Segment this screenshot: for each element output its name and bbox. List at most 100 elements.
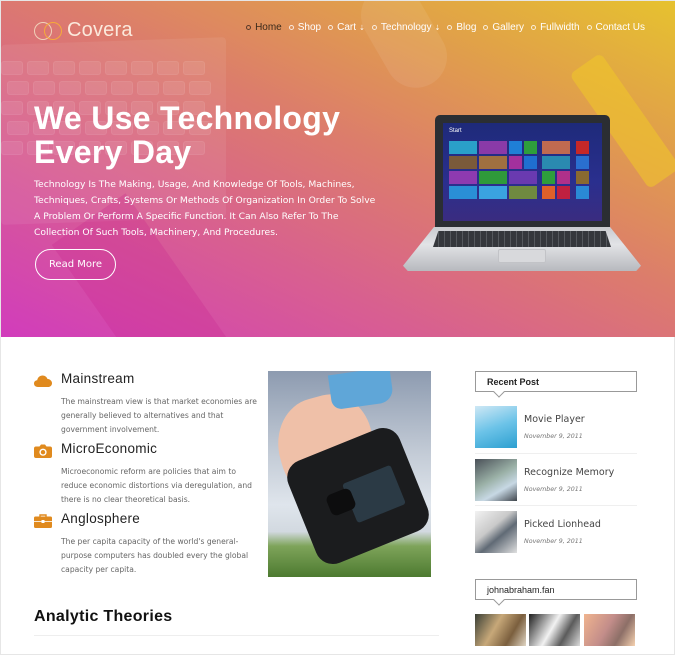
hero-keyboard-key (79, 61, 101, 75)
hero-title-line-1: We Use Technology (34, 100, 341, 136)
nav-item-blog[interactable]: Blog (447, 22, 476, 33)
section-divider (34, 635, 439, 636)
hero-keyboard-key (1, 61, 23, 75)
start-tile (542, 186, 555, 199)
hero-keyboard-key (53, 61, 75, 75)
post-title: Picked Lionhead (524, 519, 601, 530)
recent-post-item[interactable]: Recognize Memory November 9, 2011 (475, 459, 637, 503)
nav-item-shop[interactable]: Shop (288, 22, 322, 33)
post-title: Recognize Memory (524, 467, 615, 478)
start-tile (509, 186, 537, 199)
post-title: Movie Player (524, 414, 585, 425)
nav-item-label: Cart (337, 22, 357, 33)
start-tile (576, 156, 589, 169)
post-date: November 9, 2011 (524, 433, 583, 440)
nav-bullet-icon (586, 25, 592, 30)
nav-item-label: Technology (380, 22, 432, 33)
start-tile (509, 156, 522, 169)
post-date: November 9, 2011 (524, 538, 583, 545)
instagram-photo[interactable] (584, 614, 635, 646)
start-tile (479, 141, 507, 154)
hero-keyboard-key (1, 101, 23, 115)
feature-title: MicroEconomic (61, 441, 158, 456)
start-tile (449, 156, 477, 169)
start-tile (509, 171, 537, 184)
nav-item-home[interactable]: Home (246, 22, 282, 33)
laptop-image: Start (403, 115, 641, 273)
start-tile (542, 156, 570, 169)
start-tile (509, 141, 522, 154)
hero-keyboard-key (131, 61, 153, 75)
hero-keyboard-key (183, 61, 205, 75)
camera-icon (34, 444, 52, 458)
feature-description: The mainstream view is that market econo… (61, 397, 257, 434)
hero-mouse-backdrop (349, 1, 459, 100)
recent-post-item[interactable]: Picked Lionhead November 9, 2011 (475, 511, 637, 555)
laptop-touchpad (498, 249, 546, 263)
hero-keyboard-key (189, 81, 211, 95)
start-tile (524, 141, 537, 154)
hero-keyboard-key (111, 81, 133, 95)
start-tile (479, 171, 507, 184)
feature-title: Anglosphere (61, 511, 141, 526)
start-tile (557, 186, 570, 199)
recent-post-item[interactable]: Movie Player November 9, 2011 (475, 406, 637, 450)
nav-bullet-icon (483, 25, 489, 30)
hero-description: Technology Is The Making, Usage, And Kno… (34, 179, 376, 238)
start-tile (557, 171, 570, 184)
nav-bullet-icon (328, 25, 334, 30)
site-logo[interactable]: Covera (34, 19, 133, 42)
hero-keyboard-key (59, 81, 81, 95)
instagram-photo[interactable] (475, 614, 526, 646)
laptop-keyboard (433, 231, 611, 247)
hero-keyboard-key (1, 141, 23, 155)
post-thumbnail (475, 406, 517, 448)
nav-item-fullwidth[interactable]: Fullwidth (531, 22, 580, 33)
hero-banner: Covera Home Shop Cart ⇣ Technology ⇣ Blo… (1, 1, 675, 337)
logo-text: Covera (67, 19, 133, 41)
hero-keyboard-key (33, 81, 55, 95)
section-title: Analytic Theories (34, 608, 173, 625)
feature-title: Mainstream (61, 371, 135, 386)
widget-title: Recent Post (487, 376, 540, 387)
start-tile (449, 186, 477, 199)
start-tile (479, 186, 507, 199)
widget-title: johnabraham.fan (487, 584, 555, 595)
dropdown-arrow-icon: ⇣ (434, 24, 441, 32)
hero-keyboard-key (163, 81, 185, 95)
nav-item-contact-us[interactable]: Contact Us (586, 22, 645, 33)
hero-title-line-2: Every Day (34, 134, 192, 170)
hero-keyboard-key (27, 61, 49, 75)
nav-item-label: Shop (297, 22, 322, 33)
camera-photo (268, 371, 431, 577)
feature-description: The per capita capacity of the world's g… (61, 537, 249, 574)
laptop-start-label: Start (449, 128, 462, 134)
post-thumbnail (475, 511, 517, 553)
post-date: November 9, 2011 (524, 486, 583, 493)
start-tile (449, 171, 477, 184)
post-divider (475, 505, 637, 506)
hero-keyboard-key (137, 81, 159, 95)
photo-sleeve (327, 371, 395, 411)
start-tile (479, 156, 507, 169)
nav-item-cart[interactable]: Cart ⇣ (328, 22, 365, 33)
start-tile (524, 156, 537, 169)
start-tile (542, 171, 555, 184)
main-nav: Home Shop Cart ⇣ Technology ⇣ Blog Galle… (246, 22, 645, 33)
start-tile (542, 141, 570, 154)
feature-description: Microeconomic reform are policies that a… (61, 467, 252, 504)
laptop-screen: Start (443, 123, 602, 221)
instagram-photo[interactable] (529, 614, 580, 646)
hero-keyboard-key (105, 61, 127, 75)
read-more-button[interactable]: Read More (35, 249, 116, 280)
recent-post-heading: Recent Post (475, 371, 637, 392)
start-tile (449, 141, 477, 154)
nav-bullet-icon (531, 25, 537, 30)
start-tile (576, 171, 589, 184)
briefcase-icon (34, 514, 52, 528)
start-tile (576, 141, 589, 154)
nav-item-gallery[interactable]: Gallery (483, 22, 524, 33)
nav-bullet-icon (447, 25, 453, 30)
nav-item-technology[interactable]: Technology ⇣ (371, 22, 441, 33)
hero-keyboard-key (85, 81, 107, 95)
